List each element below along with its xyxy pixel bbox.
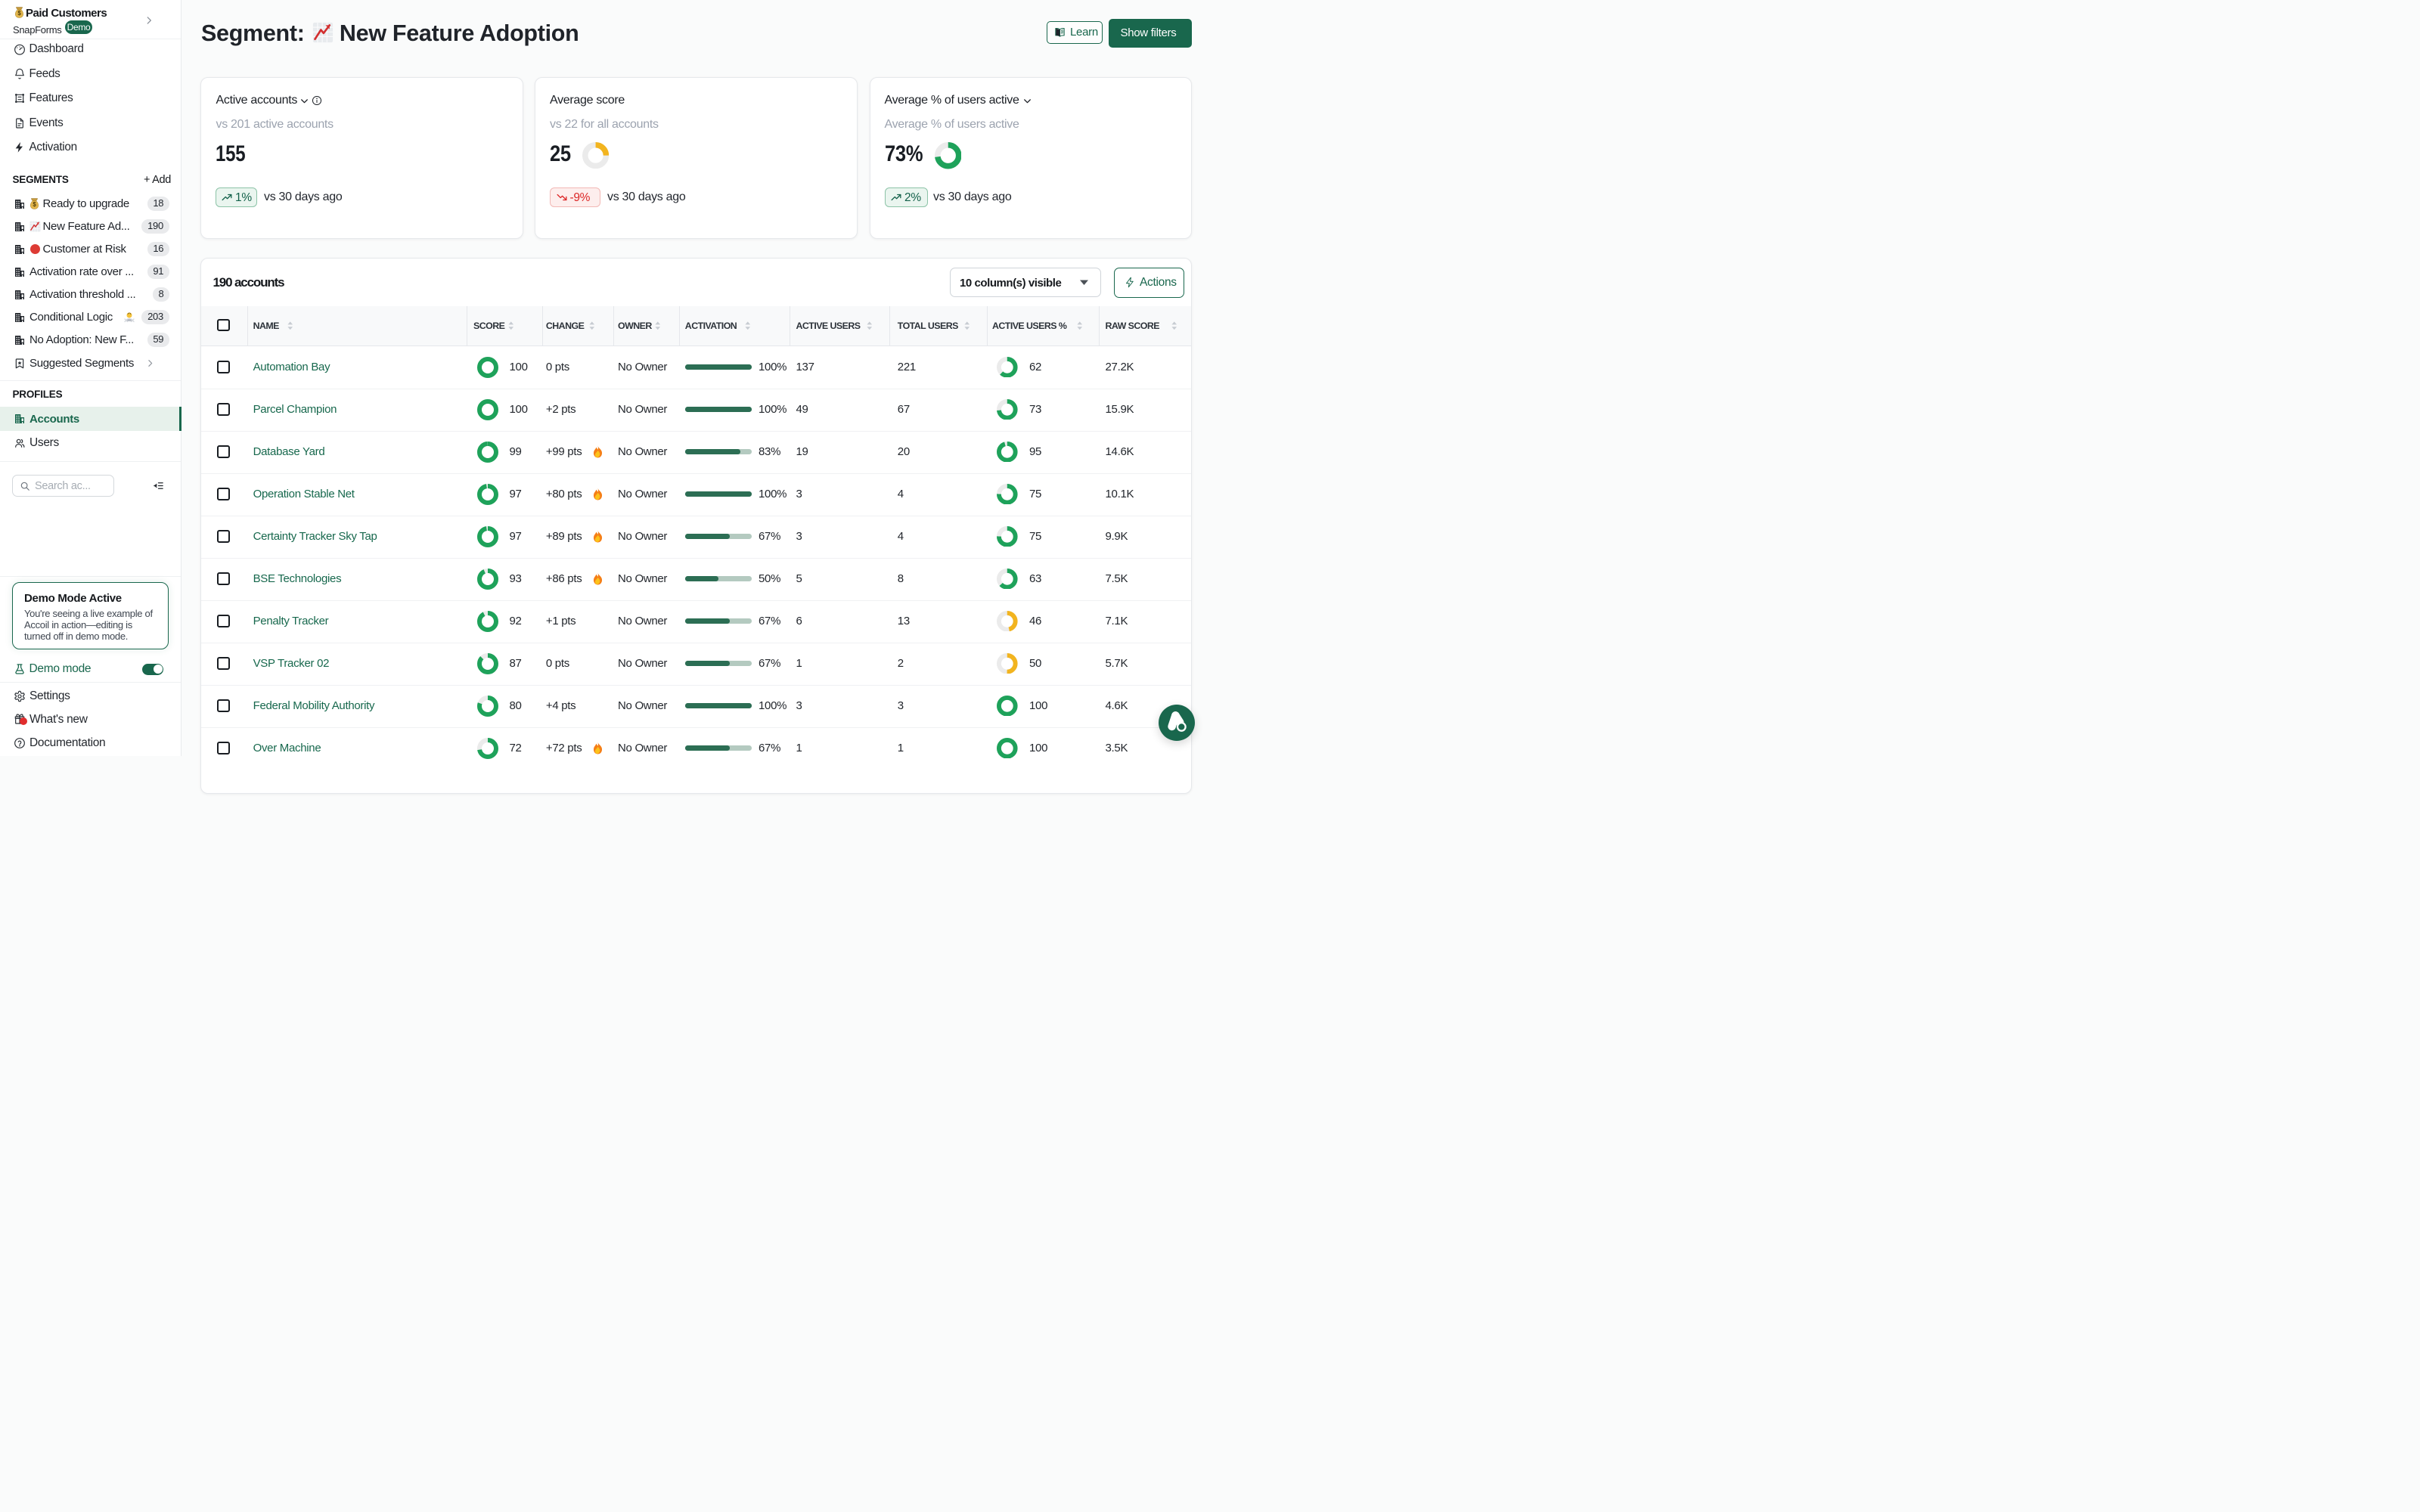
svg-text:$: $ (17, 10, 21, 17)
svg-text:$: $ (33, 201, 36, 208)
